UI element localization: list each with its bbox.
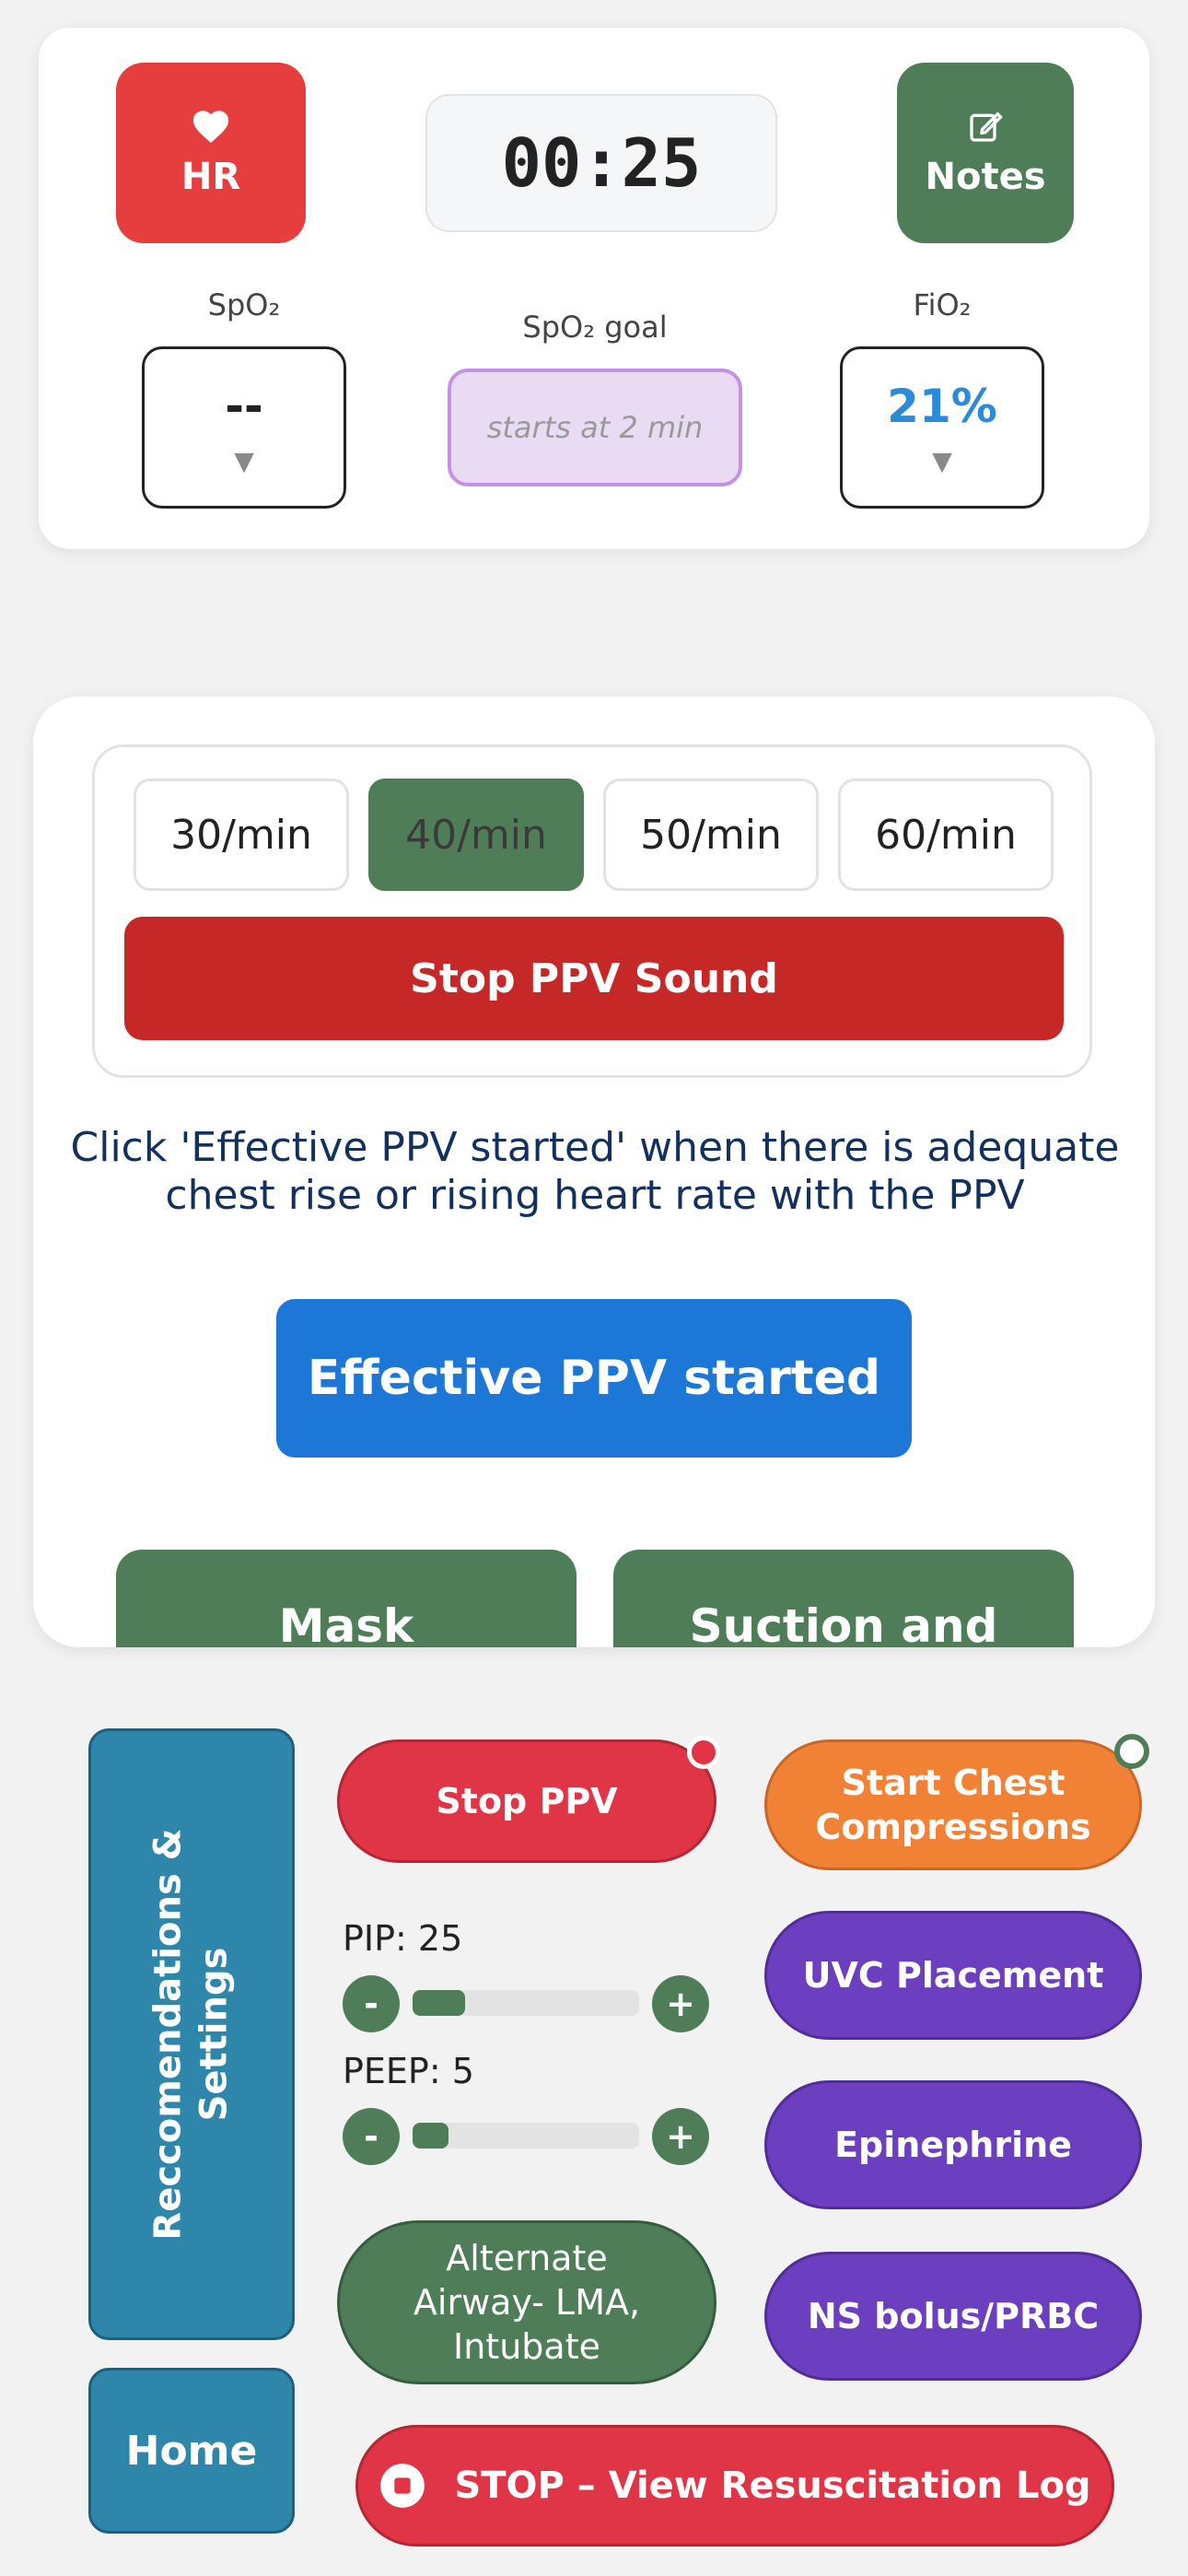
chevron-down-icon: ▼: [932, 445, 952, 476]
pip-slider-fill: [413, 1990, 465, 2016]
fio2-value: 21%: [887, 379, 997, 433]
spo2-goal-box: starts at 2 min: [448, 369, 742, 486]
hr-button[interactable]: HR: [116, 63, 306, 243]
rate-button-30[interactable]: 30/min: [134, 779, 349, 891]
recommendations-settings-button[interactable]: Reccomendations & Settings: [88, 1728, 295, 2340]
start-chest-compressions-button[interactable]: Start Chest Compressions: [764, 1739, 1142, 1870]
stop-ppv-indicator-dot: [687, 1736, 720, 1769]
elapsed-timer: 00:25: [425, 94, 777, 232]
peep-increase-button[interactable]: +: [652, 2108, 709, 2165]
alternate-airway-button[interactable]: Alternate Airway- LMA, Intubate: [337, 2220, 716, 2384]
chevron-down-icon: ▼: [234, 445, 254, 476]
stop-circle-icon: [380, 2464, 425, 2508]
stop-ppv-button[interactable]: Stop PPV: [337, 1739, 716, 1863]
reco-line-1: Reccomendations &: [147, 1828, 190, 2241]
pip-slider[interactable]: [413, 1990, 639, 2016]
start-cc-indicator-dot: [1114, 1734, 1149, 1769]
ppv-instruction-text: Click 'Effective PPV started' when there…: [70, 1124, 1120, 1219]
spo2-dropdown[interactable]: -- ▼: [142, 346, 346, 509]
notes-label: Notes: [925, 156, 1046, 198]
suction-button[interactable]: Suction and: [613, 1550, 1074, 1647]
ppv-rate-panel: 30/min 40/min 50/min 60/min Stop PPV Sou…: [92, 744, 1092, 1078]
peep-slider[interactable]: [413, 2123, 639, 2149]
vitals-card: HR 00:25 Notes SpO₂ -- ▼ SpO₂ goal start…: [39, 28, 1149, 549]
pip-increase-button[interactable]: +: [652, 1975, 709, 2032]
pip-label: PIP: 25: [343, 1918, 463, 1959]
peep-decrease-button[interactable]: -: [343, 2108, 400, 2165]
peep-slider-fill: [413, 2123, 449, 2149]
spo2-value: --: [225, 379, 263, 433]
spo2-goal-label: SpO₂ goal: [522, 310, 668, 345]
stop-view-log-button[interactable]: STOP – View Resuscitation Log: [355, 2425, 1114, 2547]
effective-ppv-started-button[interactable]: Effective PPV started: [276, 1299, 912, 1458]
spo2-label: SpO₂: [207, 287, 281, 322]
fio2-dropdown[interactable]: 21% ▼: [840, 346, 1044, 509]
rate-button-40[interactable]: 40/min: [368, 779, 584, 891]
pip-decrease-button[interactable]: -: [343, 1975, 400, 2032]
rate-button-60[interactable]: 60/min: [838, 779, 1054, 891]
edit-note-icon: [970, 112, 1003, 142]
stop-ppv-sound-button[interactable]: Stop PPV Sound: [124, 917, 1064, 1040]
stop-view-log-label: STOP – View Resuscitation Log: [454, 2465, 1091, 2507]
heart-icon: [192, 111, 229, 144]
mask-button[interactable]: Mask: [116, 1550, 577, 1647]
hr-label: HR: [181, 156, 241, 198]
fio2-label: FiO₂: [913, 287, 972, 322]
reco-line-2: Settings: [193, 1947, 236, 2122]
ns-bolus-prbc-button[interactable]: NS bolus/PRBC: [764, 2252, 1142, 2381]
recommendations-settings-label: Reccomendations & Settings: [146, 1828, 238, 2240]
epinephrine-button[interactable]: Epinephrine: [764, 2080, 1142, 2209]
notes-button[interactable]: Notes: [897, 63, 1074, 243]
rate-button-50[interactable]: 50/min: [603, 779, 819, 891]
ppv-card: 30/min 40/min 50/min 60/min Stop PPV Sou…: [33, 697, 1155, 1647]
home-button[interactable]: Home: [88, 2368, 295, 2534]
uvc-placement-button[interactable]: UVC Placement: [764, 1911, 1142, 2040]
peep-label: PEEP: 5: [343, 2051, 474, 2091]
